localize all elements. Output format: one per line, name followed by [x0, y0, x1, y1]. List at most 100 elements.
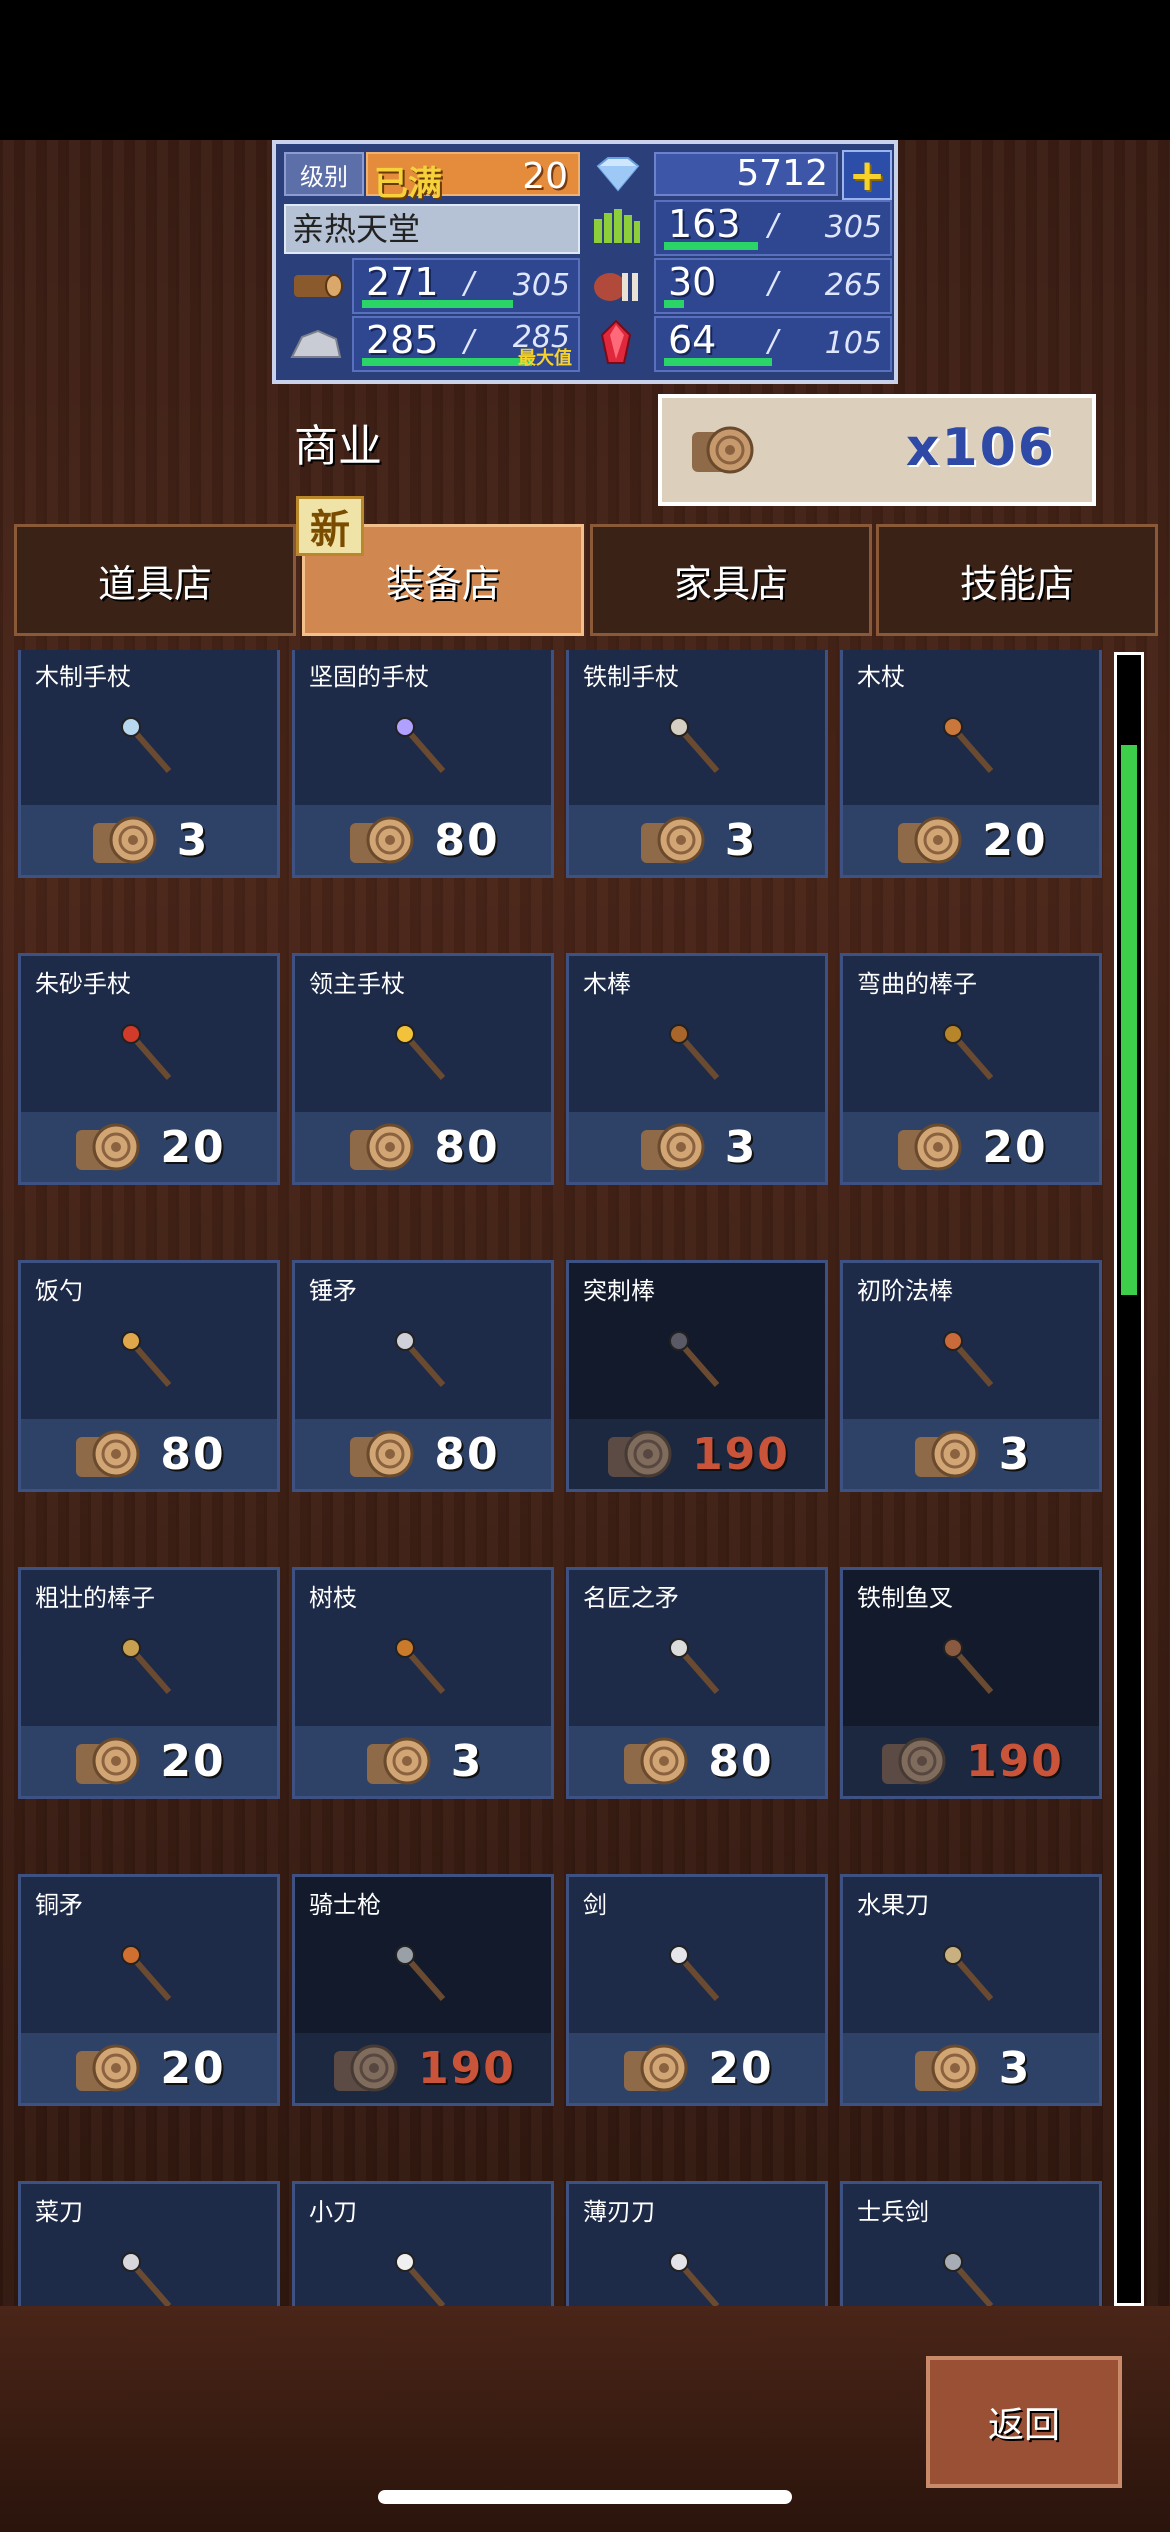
scrollbar[interactable]	[1114, 652, 1144, 2306]
price-strip: 3	[295, 1726, 551, 1796]
item-price: 20	[160, 2042, 226, 2094]
item-card[interactable]: 朱砂手杖 20	[18, 953, 280, 1185]
item-card[interactable]: 铜矛 20	[18, 1874, 280, 2106]
item-price: 20	[160, 1121, 226, 1173]
price-strip: 20	[21, 1726, 277, 1796]
item-name: 菜刀	[35, 2198, 83, 2226]
item-name: 木棒	[583, 970, 631, 998]
add-gems-button[interactable]: +	[842, 150, 892, 201]
level-value: 20	[522, 156, 568, 197]
wood-log-icon	[350, 1430, 414, 1478]
price-strip: 80	[295, 1112, 551, 1182]
price-strip: 3	[569, 1112, 825, 1182]
player-name: 亲热天堂	[284, 204, 580, 254]
item-name: 领主手杖	[309, 970, 405, 998]
item-price: 20	[160, 1735, 226, 1787]
item-card[interactable]: 水果刀 3	[840, 1874, 1102, 2106]
price-strip: 80	[295, 1419, 551, 1489]
item-price: 190	[418, 2042, 516, 2094]
item-name: 饭勺	[35, 1277, 83, 1305]
item-card[interactable]: 铁制鱼叉 190	[840, 1567, 1102, 1799]
wood-log-icon	[76, 1430, 140, 1478]
item-card[interactable]: 树枝 3	[292, 1567, 554, 1799]
price-strip: 190	[569, 1419, 825, 1489]
item-name: 朱砂手杖	[35, 970, 131, 998]
wood-currency-display: x106	[658, 394, 1096, 506]
item-price: 190	[692, 1428, 790, 1480]
wood-current: 271	[366, 260, 439, 304]
item-card[interactable]: 薄刃刀	[566, 2181, 828, 2306]
copper-spear-icon	[21, 1921, 277, 2029]
item-name: 骑士枪	[309, 1891, 381, 1919]
ruby-gauge: 64 / 105	[654, 316, 892, 372]
item-card[interactable]: 领主手杖 80	[292, 953, 554, 1185]
grass-max: 305	[824, 210, 882, 245]
item-card[interactable]: 木制手杖 3	[18, 650, 280, 878]
wood-log-icon	[882, 1737, 946, 1785]
price-strip: 3	[569, 805, 825, 875]
item-price: 80	[160, 1428, 226, 1480]
item-name: 铁制鱼叉	[857, 1584, 953, 1612]
item-card[interactable]: 粗壮的棒子 20	[18, 1567, 280, 1799]
item-price: 3	[450, 1735, 484, 1787]
item-name: 水果刀	[857, 1891, 929, 1919]
item-card[interactable]: 木杖 20	[840, 650, 1102, 878]
item-card[interactable]: 剑 20	[566, 1874, 828, 2106]
wood-log-icon	[914, 1430, 979, 1478]
item-card[interactable]: 名匠之矛 80	[566, 1567, 828, 1799]
kitchen-knife-icon	[21, 2228, 277, 2306]
item-name: 剑	[583, 1891, 607, 1919]
price-strip: 3	[843, 2033, 1099, 2103]
tab-item-shop[interactable]: 道具店	[14, 524, 296, 636]
price-strip: 20	[21, 2033, 277, 2103]
wood-log-icon	[898, 1123, 962, 1171]
currency-amount: x106	[905, 418, 1056, 478]
item-card[interactable]: 木棒 3	[566, 953, 828, 1185]
item-card[interactable]: 骑士枪 190	[292, 1874, 554, 2106]
back-button[interactable]: 返回	[926, 2356, 1122, 2488]
tab-skill-shop[interactable]: 技能店	[876, 524, 1158, 636]
wood-log-icon	[350, 1123, 414, 1171]
stone-separator: /	[464, 324, 475, 359]
item-price: 80	[434, 1121, 500, 1173]
item-card[interactable]: 弯曲的棒子 20	[840, 953, 1102, 1185]
stone-max-tag: 最大值	[518, 348, 572, 369]
wood-log-icon	[914, 2044, 979, 2092]
iron-harpoon-icon	[843, 1614, 1099, 1722]
item-price: 80	[434, 814, 500, 866]
item-name: 坚固的手杖	[309, 663, 429, 691]
cinnabar-cane-icon	[21, 1000, 277, 1108]
item-name: 突刺棒	[583, 1277, 655, 1305]
item-card[interactable]: 小刀	[292, 2181, 554, 2306]
item-grid[interactable]: 木制手杖 3 坚固的手杖 80 铁制手杖 3 木杖 20 朱砂手杖 20 领主手杖 80 木棒 3 弯曲的棒…	[0, 650, 1110, 2306]
wood-log-icon	[366, 1737, 431, 1785]
item-card[interactable]: 士兵剑	[840, 2181, 1102, 2306]
item-name: 木制手杖	[35, 663, 131, 691]
mace-icon	[295, 1307, 551, 1415]
item-card[interactable]: 锤矛 80	[292, 1260, 554, 1492]
item-name: 初阶法棒	[857, 1277, 953, 1305]
tab-furniture-shop[interactable]: 家具店	[590, 524, 872, 636]
item-price: 20	[982, 814, 1048, 866]
gem-count: 5712	[654, 152, 838, 196]
scrollbar-thumb[interactable]	[1121, 745, 1137, 1295]
wood-log-icon	[608, 1430, 672, 1478]
item-card[interactable]: 坚固的手杖 80	[292, 650, 554, 878]
level-label: 级别	[284, 152, 364, 196]
item-card[interactable]: 初阶法棒 3	[840, 1260, 1102, 1492]
price-strip: 20	[843, 805, 1099, 875]
item-name: 树枝	[309, 1584, 357, 1612]
level-full-text: 已满	[374, 164, 442, 204]
bent-stick-icon	[843, 1000, 1099, 1108]
branch-icon	[295, 1614, 551, 1722]
item-name: 粗壮的棒子	[35, 1584, 155, 1612]
item-card[interactable]: 突刺棒 190	[566, 1260, 828, 1492]
wooden-cane-icon	[21, 693, 277, 801]
thin-blade-icon	[569, 2228, 825, 2306]
item-card[interactable]: 菜刀	[18, 2181, 280, 2306]
thick-stick-icon	[21, 1614, 277, 1722]
item-name: 木杖	[857, 663, 905, 691]
item-name: 弯曲的棒子	[857, 970, 977, 998]
item-card[interactable]: 铁制手杖 3	[566, 650, 828, 878]
item-card[interactable]: 饭勺 80	[18, 1260, 280, 1492]
